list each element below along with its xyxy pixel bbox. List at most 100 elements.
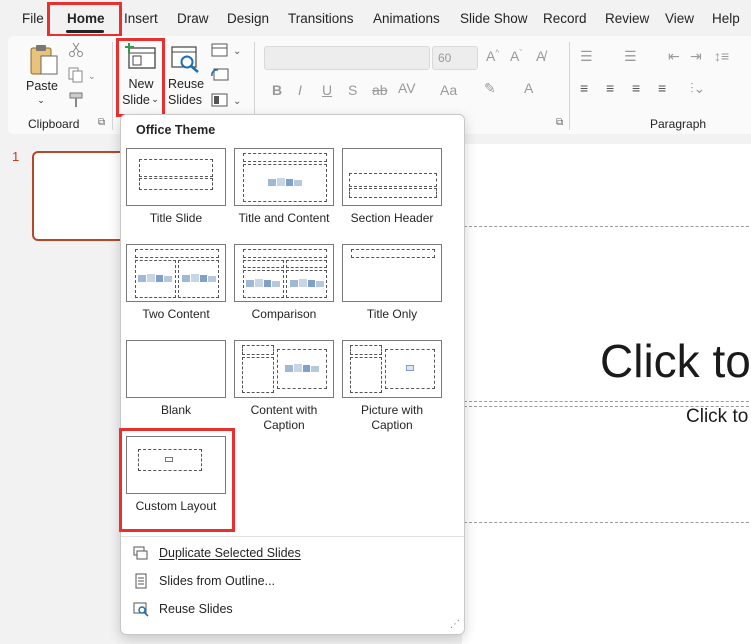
clear-formatting-icon[interactable]: A̸ bbox=[536, 48, 545, 64]
title-placeholder-border bbox=[464, 226, 751, 227]
copy-icon[interactable]: ⌄ bbox=[68, 67, 98, 83]
tab-file[interactable]: File bbox=[22, 11, 44, 26]
clipboard-launcher-icon[interactable]: ⧉ bbox=[98, 117, 105, 128]
clipboard-group-label: Clipboard bbox=[28, 117, 80, 131]
bold-icon[interactable]: B bbox=[272, 82, 282, 98]
line-spacing-icon[interactable]: ↕≡ bbox=[714, 48, 729, 64]
content-icons-icon bbox=[268, 178, 302, 186]
font-size-box[interactable]: 60 bbox=[432, 46, 478, 70]
tab-help[interactable]: Help bbox=[712, 11, 740, 26]
placeholder-box bbox=[243, 249, 327, 258]
subtitle-placeholder[interactable]: Click to bbox=[686, 406, 748, 428]
layout-thumbnail bbox=[342, 148, 442, 206]
layout-name: Blank bbox=[160, 403, 192, 417]
slide-canvas[interactable] bbox=[462, 144, 751, 644]
strikethrough-icon[interactable]: ab bbox=[372, 82, 388, 98]
layout-thumbnail bbox=[234, 148, 334, 206]
reuse-slides-icon[interactable] bbox=[170, 44, 202, 74]
layout-name: Comparison bbox=[251, 307, 317, 321]
font-launcher-icon[interactable]: ⧉ bbox=[556, 117, 563, 128]
new-slide-dropdown: Office Theme Title Slide Title and Conte… bbox=[120, 114, 465, 635]
slides-from-outline-item[interactable]: Slides from Outline... bbox=[133, 573, 275, 589]
title-placeholder[interactable]: Click to bbox=[600, 334, 751, 388]
layout-title-slide[interactable]: Title Slide bbox=[126, 148, 226, 226]
align-right-icon[interactable]: ≡ bbox=[632, 80, 640, 96]
reset-icon[interactable] bbox=[211, 68, 229, 82]
reuse-slides-label: Reuse bbox=[168, 77, 205, 91]
dropdown-header: Office Theme bbox=[136, 123, 216, 137]
decrease-font-icon[interactable]: Aˇ bbox=[510, 48, 522, 64]
tab-view[interactable]: View bbox=[665, 11, 694, 26]
new-slide-chevron-icon[interactable]: ⌄ bbox=[150, 91, 160, 107]
bullets-icon[interactable]: ☰ bbox=[580, 48, 593, 65]
tab-design[interactable]: Design bbox=[227, 11, 269, 26]
reuse-slides-label-2: Slides bbox=[168, 93, 203, 107]
layout-content-with-caption[interactable]: Content with Caption bbox=[234, 340, 334, 433]
layout-custom-layout[interactable]: Custom Layout bbox=[126, 436, 226, 514]
numbering-icon[interactable]: ☰ bbox=[624, 48, 637, 65]
layout-two-content[interactable]: Two Content bbox=[126, 244, 226, 322]
outline-icon bbox=[133, 573, 149, 589]
shadow-icon[interactable]: S bbox=[348, 82, 357, 98]
italic-icon[interactable]: I bbox=[298, 82, 302, 98]
align-left-icon[interactable]: ≡ bbox=[580, 80, 588, 96]
change-case-icon[interactable]: Aa bbox=[440, 82, 457, 98]
layout-name: Custom Layout bbox=[135, 499, 217, 513]
content-icons-icon bbox=[182, 274, 216, 282]
duplicate-slides-icon bbox=[133, 545, 149, 561]
new-slide-label: New bbox=[128, 77, 154, 91]
paste-icon[interactable] bbox=[29, 44, 59, 76]
tab-review[interactable]: Review bbox=[605, 11, 649, 26]
reuse-slides-item[interactable]: Reuse Slides bbox=[133, 601, 233, 617]
slide-number: 1 bbox=[12, 149, 20, 164]
layout-name: Content with Caption bbox=[250, 403, 318, 432]
placeholder-box bbox=[351, 249, 435, 258]
layout-name: Two Content bbox=[142, 307, 210, 321]
format-painter-icon[interactable] bbox=[68, 92, 84, 108]
tab-home[interactable]: Home bbox=[67, 11, 105, 26]
layout-blank[interactable]: Blank bbox=[126, 340, 226, 418]
tab-transitions[interactable]: Transitions bbox=[288, 11, 354, 26]
svg-text:⌄: ⌄ bbox=[233, 96, 241, 107]
underline-icon[interactable]: U bbox=[322, 82, 332, 98]
increase-indent-icon[interactable]: ⇥ bbox=[690, 48, 702, 65]
slides-from-outline-label: Slides from Outline... bbox=[159, 574, 276, 588]
layout-icon[interactable]: ⌄ bbox=[211, 43, 243, 57]
slide-thumbnail[interactable] bbox=[32, 151, 126, 241]
justify-icon[interactable]: ≡ bbox=[658, 80, 666, 96]
placeholder-box bbox=[135, 249, 219, 258]
font-name-box[interactable] bbox=[264, 46, 430, 70]
align-center-icon[interactable]: ≡ bbox=[606, 80, 614, 96]
columns-icon[interactable]: ⫶⌄ bbox=[690, 80, 705, 97]
paste-dropdown-chevron-icon[interactable]: ⌄ bbox=[35, 92, 47, 108]
tab-insert[interactable]: Insert bbox=[124, 11, 158, 26]
new-slide-label-2: Slide bbox=[122, 93, 150, 107]
font-color-icon[interactable]: A bbox=[524, 80, 533, 96]
character-spacing-icon[interactable]: AV bbox=[398, 80, 416, 96]
content-icons-icon bbox=[285, 364, 319, 372]
layout-title-only[interactable]: Title Only bbox=[342, 244, 442, 322]
section-icon[interactable]: ⌄ bbox=[211, 93, 243, 107]
layout-section-header[interactable]: Section Header bbox=[342, 148, 442, 226]
decrease-indent-icon[interactable]: ⇤ bbox=[668, 48, 680, 65]
resize-grip-icon[interactable]: ⋰ bbox=[450, 619, 460, 630]
placeholder-box bbox=[139, 178, 213, 190]
title-placeholder-border bbox=[464, 401, 751, 402]
tab-slide-show[interactable]: Slide Show bbox=[460, 11, 528, 26]
placeholder-box bbox=[242, 357, 274, 393]
duplicate-selected-slides-item[interactable]: Duplicate Selected Slides bbox=[133, 545, 301, 561]
highlight-icon[interactable]: ✎ bbox=[484, 80, 496, 97]
placeholder-marker-icon bbox=[165, 457, 173, 462]
svg-text:⌄: ⌄ bbox=[88, 71, 96, 81]
layout-picture-with-caption[interactable]: Picture with Caption bbox=[342, 340, 442, 433]
layout-title-and-content[interactable]: Title and Content bbox=[234, 148, 334, 226]
cut-icon[interactable] bbox=[68, 42, 84, 58]
content-icons-icon bbox=[138, 274, 172, 282]
tab-animations[interactable]: Animations bbox=[373, 11, 440, 26]
layout-comparison[interactable]: Comparison bbox=[234, 244, 334, 322]
tab-record[interactable]: Record bbox=[543, 11, 587, 26]
new-slide-icon[interactable] bbox=[125, 42, 157, 72]
layout-thumbnail bbox=[126, 340, 226, 398]
increase-font-icon[interactable]: A^ bbox=[486, 48, 499, 64]
tab-draw[interactable]: Draw bbox=[177, 11, 209, 26]
